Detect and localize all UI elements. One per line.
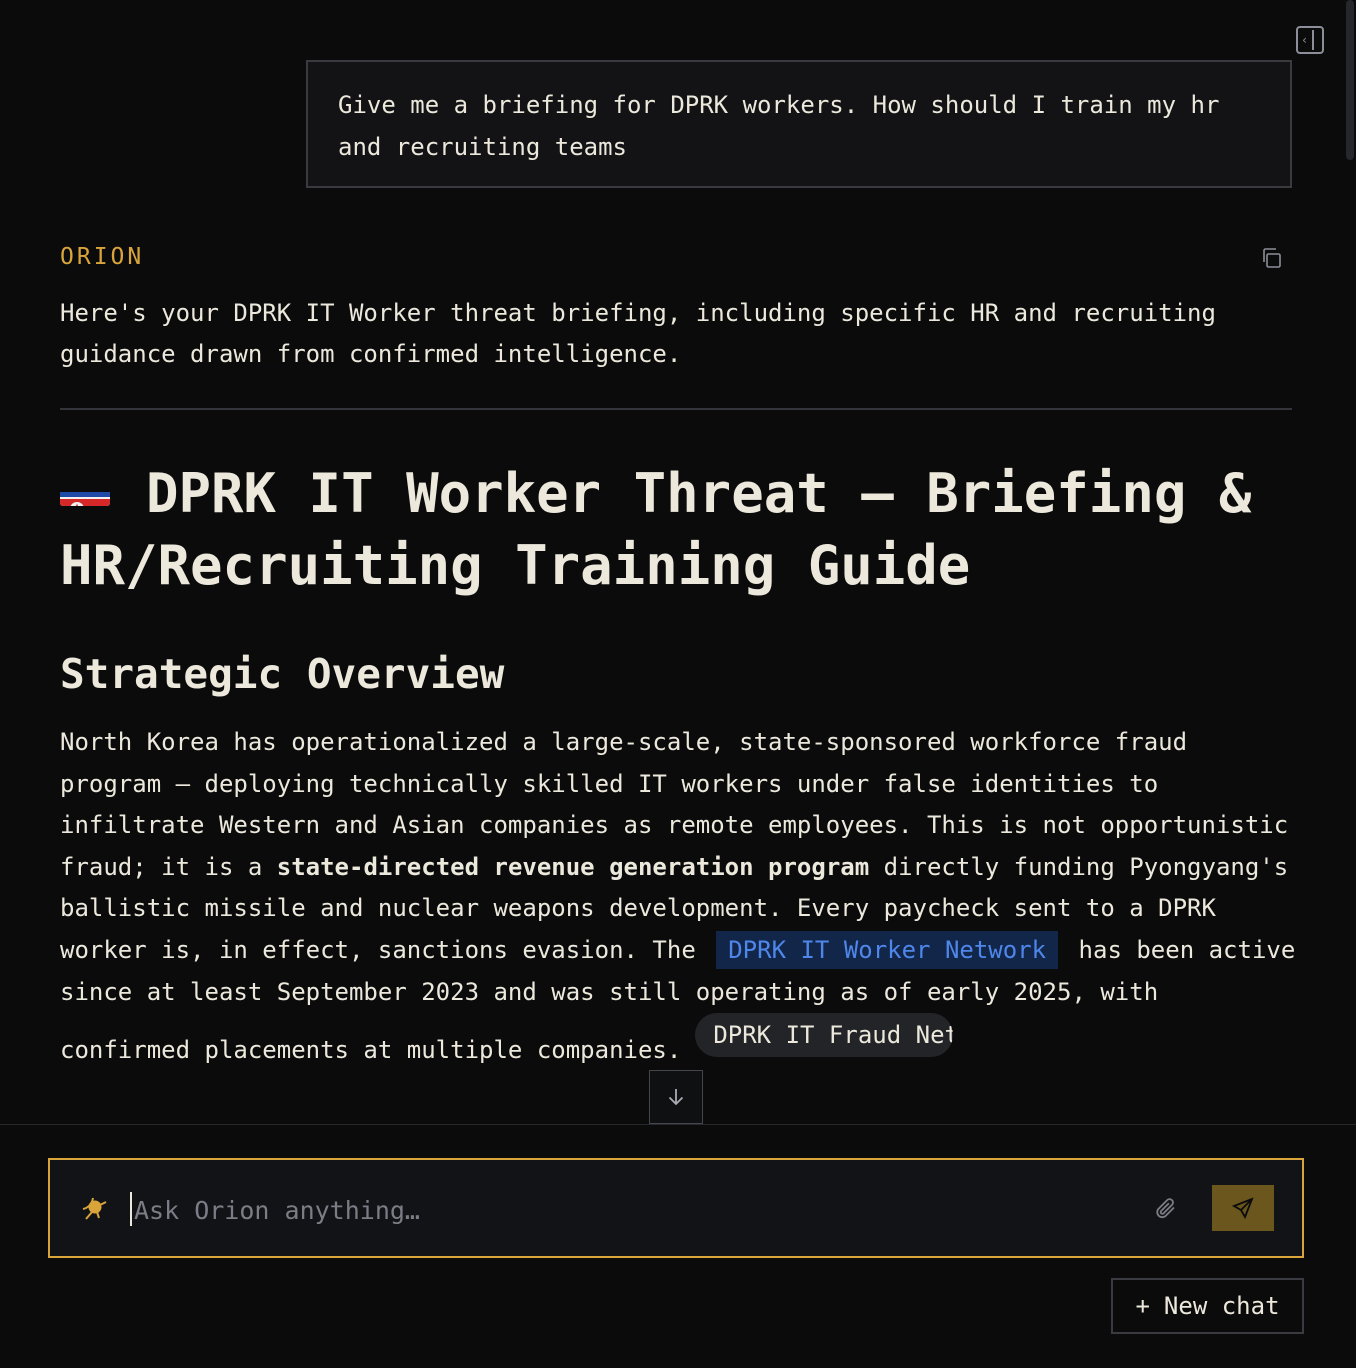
assistant-name: ORION [60, 244, 145, 270]
briefing-title-text: DPRK IT Worker Threat — Briefing & HR/Re… [60, 462, 1252, 597]
copy-icon[interactable] [1260, 246, 1284, 270]
overview-paragraph: North Korea has operationalized a large-… [60, 728, 1296, 1065]
entity-link-dprk-it-worker-network[interactable]: DPRK IT Worker Network [716, 930, 1059, 969]
sidebar-collapse-icon[interactable]: ‹ [1296, 26, 1324, 54]
new-chat-button[interactable]: + New chat [1111, 1278, 1304, 1334]
scrollbar-thumb[interactable] [1346, 0, 1354, 160]
plus-icon: + [1135, 1292, 1150, 1320]
composer-separator [0, 1124, 1356, 1125]
north-korea-flag-icon [60, 472, 110, 506]
orion-logo-icon [82, 1197, 107, 1220]
bold-emphasis: state-directed revenue generation progra… [276, 852, 870, 881]
scroll-to-bottom-button[interactable] [649, 1070, 703, 1124]
user-message: Give me a briefing for DPRK workers. How… [306, 60, 1292, 188]
paperclip-icon[interactable] [1154, 1196, 1180, 1222]
send-button[interactable] [1212, 1185, 1274, 1231]
chat-input[interactable] [132, 1188, 1036, 1232]
chevron-left-icon: ‹ [1301, 33, 1309, 47]
arrow-down-icon [668, 1089, 684, 1106]
briefing-title: DPRK IT Worker Threat — Briefing & HR/Re… [60, 458, 1300, 602]
assistant-intro: Here's your DPRK IT Worker threat briefi… [60, 299, 1216, 368]
divider [60, 408, 1292, 410]
source-chip[interactable]: DPRK IT Fraud Net… [695, 1013, 954, 1058]
new-chat-label: New chat [1163, 1292, 1280, 1320]
send-icon [1231, 1197, 1254, 1220]
section-heading: Strategic Overview [60, 650, 505, 698]
composer [48, 1158, 1304, 1258]
